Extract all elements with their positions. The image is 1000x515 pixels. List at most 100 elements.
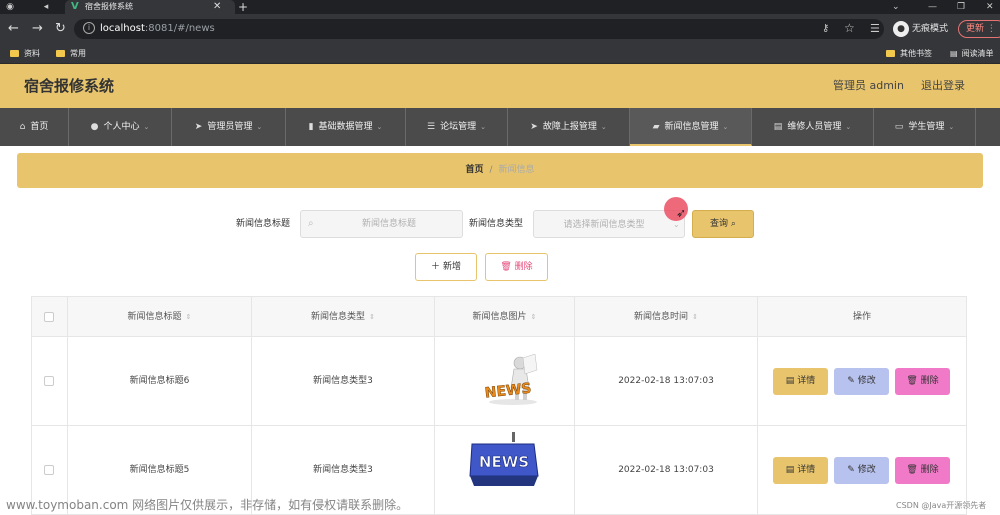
delete-button[interactable]: 🗑 删除 bbox=[895, 457, 950, 484]
watermark-text: www.toymoban.com 网络图片仅供展示，非存储，如有侵权请联系删除。 bbox=[6, 498, 409, 512]
reading-list-icon[interactable]: ☰ bbox=[870, 22, 880, 36]
close-window-icon[interactable]: ✕ bbox=[986, 0, 994, 14]
browser-tab-strip: ◉ ◂ V 宿舍报修系统 ✕ + ⌄ — ❐ ✕ bbox=[0, 0, 1000, 14]
trash-icon: 🗑 bbox=[906, 376, 918, 386]
tab-search-icon[interactable]: ⌄ bbox=[892, 0, 900, 14]
url-text: localhost:8081/#/news bbox=[100, 23, 215, 34]
row-checkbox-cell bbox=[32, 337, 68, 425]
row-title: 新闻信息标题6 bbox=[68, 337, 252, 425]
browser-tab[interactable]: V 宿舍报修系统 ✕ bbox=[65, 0, 235, 14]
restore-icon[interactable]: ❐ bbox=[957, 0, 965, 14]
plus-icon: ＋ bbox=[431, 262, 441, 272]
chevron-down-icon: ⌄ bbox=[948, 123, 955, 131]
header-operations: 操作 bbox=[852, 312, 871, 322]
back-icon[interactable]: ← bbox=[8, 21, 19, 37]
sliders-icon: ☰ bbox=[427, 122, 436, 132]
bookmark-folder-changyong[interactable]: 常用 bbox=[56, 48, 86, 60]
pin-icon: ▮ bbox=[308, 122, 314, 132]
search-icon: ⌕ bbox=[308, 218, 314, 229]
menu-item-admin-management[interactable]: ➤ 管理员管理 ⌄ bbox=[172, 108, 286, 146]
chevron-down-icon: ⌄ bbox=[256, 123, 263, 131]
menu-item-forum[interactable]: ☰ 论坛管理 ⌄ bbox=[406, 108, 508, 146]
bookmarks-bar: 资料 常用 其他书签 ▤ 阅读清单 bbox=[0, 44, 1000, 64]
table-header: 新闻信息标题 ⇕ 新闻信息类型 ⇕ 新闻信息图片 ⇕ 新闻信息时间 ⇕ 操作 bbox=[32, 297, 966, 337]
menu-item-news[interactable]: ▰ 新闻信息管理 ⌄ bbox=[630, 108, 752, 146]
title-search-input[interactable] bbox=[323, 214, 455, 234]
chevron-down-icon: ⌄ bbox=[845, 123, 852, 131]
close-tab-icon[interactable]: ✕ bbox=[213, 0, 221, 14]
sort-icon[interactable]: ⇕ bbox=[692, 313, 698, 321]
type-select[interactable]: 请选择新闻信息类型 ⌄ bbox=[533, 210, 685, 238]
pencil-icon: ✎ bbox=[847, 376, 855, 386]
sort-icon[interactable]: ⇕ bbox=[369, 313, 375, 321]
search-icon: ⌕ bbox=[730, 219, 736, 229]
detail-button[interactable]: ▤ 详情 bbox=[773, 368, 828, 395]
breadcrumb: 首页 / 新闻信息 bbox=[17, 153, 983, 188]
vue-favicon-icon: V bbox=[71, 1, 79, 12]
bookmark-folder-ziliao[interactable]: 资料 bbox=[10, 48, 40, 60]
home-icon: ⌂ bbox=[19, 122, 26, 132]
system-title: 宿舍报修系统 bbox=[24, 77, 115, 95]
sort-icon[interactable]: ⇕ bbox=[531, 313, 537, 321]
row-operations: ▤ 详情 ✎ 修改 🗑 删除 bbox=[758, 337, 966, 425]
chevron-down-icon: ⌄ bbox=[722, 123, 729, 131]
browser-menu-icon[interactable]: ◉ bbox=[4, 1, 16, 13]
update-button[interactable]: 更新 ⋮ bbox=[958, 20, 1000, 38]
header-checkbox-cell bbox=[32, 297, 68, 336]
edit-button[interactable]: ✎ 修改 bbox=[834, 368, 889, 395]
menu-item-basic-data[interactable]: ▮ 基础数据管理 ⌄ bbox=[286, 108, 406, 146]
bookmark-folder-other[interactable]: 其他书签 bbox=[886, 48, 932, 60]
main-menu: ⌂ 首页 ● 个人中心 ⌄ ➤ 管理员管理 ⌄ ▮ 基础数据管理 ⌄ ☰ 论坛管理 ⌄ ➤ 故障上报… bbox=[0, 108, 1000, 146]
menu-item-fault-report[interactable]: ➤ 故障上报管理 ⌄ bbox=[508, 108, 630, 146]
mouse-cursor-icon: ➶ bbox=[676, 206, 687, 220]
header-image[interactable]: 新闻信息图片 ⇕ bbox=[435, 297, 575, 336]
chevron-down-icon: ⌄ bbox=[480, 123, 486, 131]
breadcrumb-current: 新闻信息 bbox=[498, 165, 535, 175]
news-thumbnail-image[interactable]: NEWS bbox=[468, 432, 540, 490]
trash-icon: 🗑 bbox=[500, 262, 512, 272]
query-button[interactable]: 查询 ⌕ bbox=[692, 210, 754, 238]
trash-icon: 🗑 bbox=[906, 465, 918, 475]
forward-icon[interactable]: → bbox=[32, 21, 43, 37]
header-title[interactable]: 新闻信息标题 ⇕ bbox=[68, 297, 252, 336]
breadcrumb-home[interactable]: 首页 bbox=[465, 165, 483, 175]
csdn-credit: CSDN @Java开源领先者 bbox=[896, 501, 987, 510]
password-key-icon[interactable]: ⚷ bbox=[822, 22, 829, 36]
site-info-icon[interactable]: i bbox=[83, 22, 95, 34]
svg-text:NEWS: NEWS bbox=[479, 453, 529, 471]
row-checkbox[interactable] bbox=[44, 465, 54, 475]
sort-icon[interactable]: ⇕ bbox=[186, 313, 192, 321]
header-type[interactable]: 新闻信息类型 ⇕ bbox=[252, 297, 435, 336]
add-button[interactable]: ＋ 新增 bbox=[415, 253, 477, 281]
printer-icon: ▤ bbox=[773, 122, 783, 132]
detail-button[interactable]: ▤ 详情 bbox=[773, 457, 828, 484]
reload-icon[interactable]: ↻ bbox=[55, 21, 66, 37]
chevron-down-icon: ⌄ bbox=[143, 123, 150, 131]
incognito-label: 无痕模式 bbox=[912, 24, 949, 34]
logout-link[interactable]: 退出登录 bbox=[921, 79, 965, 93]
menu-item-students[interactable]: ▭ 学生管理 ⌄ bbox=[874, 108, 976, 146]
menu-item-personal-center[interactable]: ● 个人中心 ⌄ bbox=[69, 108, 172, 146]
folder-icon bbox=[10, 50, 19, 57]
reading-list-link[interactable]: ▤ 阅读清单 bbox=[950, 48, 994, 60]
thumb-icon: ▰ bbox=[652, 122, 660, 132]
menu-item-home[interactable]: ⌂ 首页 bbox=[0, 108, 69, 146]
minimize-icon[interactable]: — bbox=[928, 0, 937, 14]
batch-delete-button[interactable]: 🗑 删除 bbox=[485, 253, 548, 281]
menu-item-repair-staff[interactable]: ▤ 维修人员管理 ⌄ bbox=[752, 108, 874, 146]
header-time[interactable]: 新闻信息时间 ⇕ bbox=[575, 297, 758, 336]
address-bar-row: ← → ↻ i localhost:8081/#/news ⚷ ☆ ☰ ● 无痕… bbox=[0, 14, 1000, 44]
browser-tab-title: 宿舍报修系统 bbox=[85, 2, 133, 11]
bookmark-star-icon[interactable]: ☆ bbox=[844, 21, 855, 35]
delete-button[interactable]: 🗑 删除 bbox=[895, 368, 950, 395]
row-checkbox[interactable] bbox=[44, 376, 54, 386]
news-thumbnail-image[interactable]: NEWS bbox=[479, 354, 541, 406]
edit-button[interactable]: ✎ 修改 bbox=[834, 457, 889, 484]
incognito-icon[interactable]: ● bbox=[893, 21, 909, 37]
row-type: 新闻信息类型3 bbox=[252, 337, 435, 425]
select-all-checkbox[interactable] bbox=[44, 312, 54, 322]
audio-icon[interactable]: ◂ bbox=[40, 1, 52, 13]
folder-icon bbox=[56, 50, 65, 57]
url-field[interactable]: i localhost:8081/#/news ⚷ ☆ bbox=[74, 19, 884, 39]
new-tab-icon[interactable]: + bbox=[238, 0, 248, 14]
